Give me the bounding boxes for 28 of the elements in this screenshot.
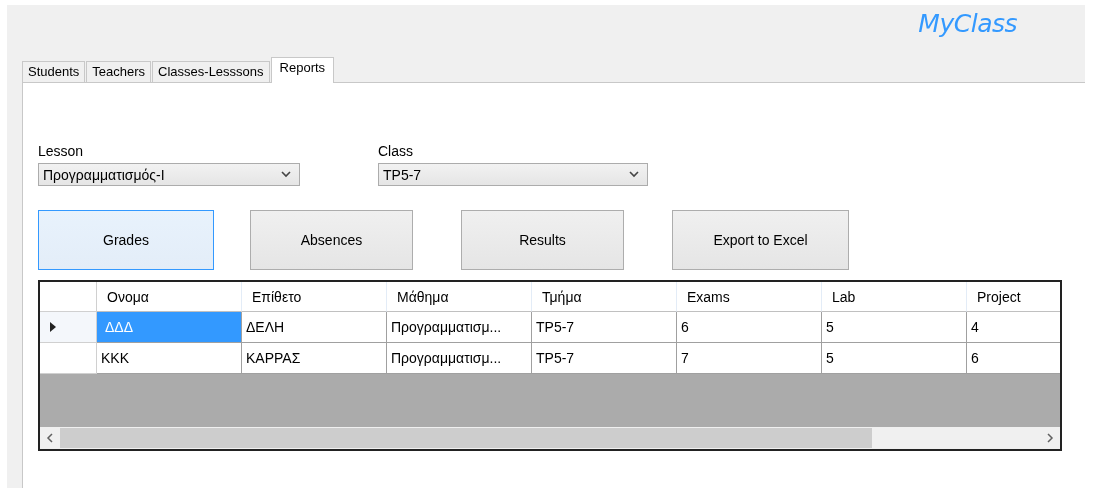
table-cell: 6 xyxy=(967,343,1060,374)
table-cell: ΚΚΚ xyxy=(97,343,242,374)
table-cell: ΚΑΡΡΑΣ xyxy=(242,343,387,374)
table-cell: 5 xyxy=(822,343,967,374)
button[interactable]: Results xyxy=(461,210,624,270)
dropdown[interactable]: TP5-7 xyxy=(378,163,648,186)
current-row-icon xyxy=(50,322,56,332)
tab[interactable]: Reports xyxy=(270,57,335,83)
horizontal-scrollbar[interactable] xyxy=(40,427,1060,449)
app-title: MyClass xyxy=(918,9,1017,38)
dropdown[interactable]: Προγραμματισμός-Ι xyxy=(38,163,300,186)
row-header[interactable] xyxy=(40,312,97,343)
tab[interactable]: Classes-Lesssons xyxy=(152,61,270,82)
button[interactable]: Absences xyxy=(250,210,413,270)
table-cell: ΔΔΔ xyxy=(97,312,242,343)
table-cell: TP5-7 xyxy=(532,343,677,374)
chevron-down-icon xyxy=(629,171,639,178)
tab[interactable]: Teachers xyxy=(86,61,152,82)
field-label: Class xyxy=(378,143,414,159)
button[interactable]: Grades xyxy=(38,210,214,270)
field-label: Lesson xyxy=(38,143,85,159)
scroll-thumb[interactable] xyxy=(60,428,872,448)
button[interactable]: Export to Excel xyxy=(672,210,849,270)
tab[interactable]: Students xyxy=(22,61,86,82)
table-cell: 7 xyxy=(677,343,822,374)
table-cell: Προγραμματισμ... xyxy=(387,343,532,374)
row-header[interactable] xyxy=(40,343,97,374)
chevron-down-icon xyxy=(281,171,291,178)
